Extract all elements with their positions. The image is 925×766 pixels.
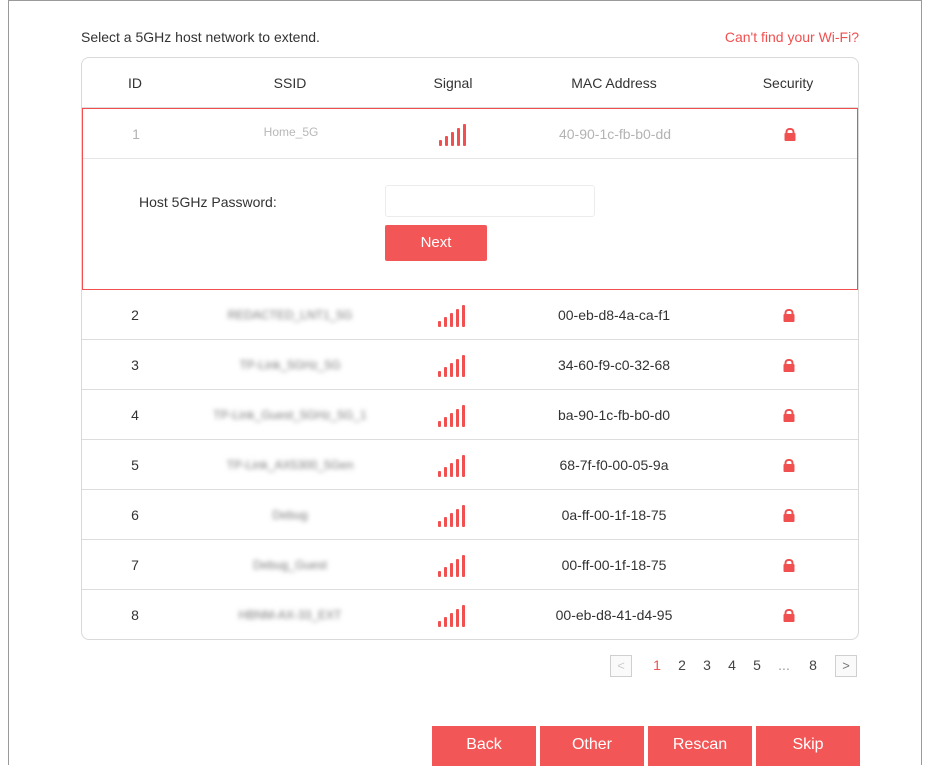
row-mac: ba-90-1c-fb-b0-d0 bbox=[557, 407, 671, 423]
rescan-button[interactable]: Rescan bbox=[648, 726, 752, 766]
lock-icon bbox=[783, 359, 795, 372]
table-header: ID SSID Signal MAC Address Security bbox=[82, 58, 858, 108]
signal-strength-icon bbox=[438, 605, 468, 627]
row-id: 7 bbox=[131, 557, 139, 573]
row-mac: 68-7f-f0-00-05-9a bbox=[559, 457, 669, 473]
page-1-link[interactable]: 1 bbox=[653, 657, 661, 673]
signal-strength-icon bbox=[438, 405, 468, 427]
row-id: 8 bbox=[131, 607, 139, 623]
other-button[interactable]: Other bbox=[540, 726, 644, 766]
row-id: 2 bbox=[131, 307, 139, 323]
signal-strength-icon bbox=[438, 505, 468, 527]
lock-icon bbox=[783, 309, 795, 322]
row-ssid: TP-Link_AX5300_5Gen bbox=[226, 458, 354, 472]
row-mac: 0a-ff-00-1f-18-75 bbox=[561, 507, 667, 523]
row-id: 4 bbox=[131, 407, 139, 423]
row-ssid: Debug_Guest bbox=[252, 558, 328, 572]
next-page-button[interactable]: > bbox=[835, 655, 857, 677]
signal-strength-icon bbox=[438, 305, 468, 327]
lock-icon bbox=[784, 128, 796, 141]
row-ssid: Debug bbox=[272, 508, 308, 522]
skip-button[interactable]: Skip bbox=[756, 726, 860, 766]
row-mac: 34-60-f9-c0-32-68 bbox=[557, 357, 671, 373]
pagination-ellipsis: ... bbox=[778, 657, 790, 673]
signal-strength-icon bbox=[438, 355, 468, 377]
column-header-ssid: SSID bbox=[273, 75, 307, 91]
lock-icon bbox=[783, 459, 795, 472]
row-mac: 40-90-1c-fb-b0-dd bbox=[558, 126, 672, 142]
signal-strength-icon bbox=[438, 555, 468, 577]
table-row[interactable]: 5 TP-Link_AX5300_5Gen 68-7f-f0-00-05-9a bbox=[82, 440, 858, 490]
row-id: 3 bbox=[131, 357, 139, 373]
row-mac: 00-eb-d8-41-d4-95 bbox=[555, 607, 673, 623]
table-row[interactable]: 8 HBNM-AX-33_EXT 00-eb-d8-41-d4-95 bbox=[82, 590, 858, 639]
row-ssid: REDACTED_LNT1_5G bbox=[227, 308, 353, 322]
page-5-link[interactable]: 5 bbox=[753, 657, 761, 673]
row-id: 6 bbox=[131, 507, 139, 523]
column-header-signal: Signal bbox=[433, 75, 473, 91]
column-header-id: ID bbox=[128, 75, 142, 91]
next-button[interactable]: Next bbox=[385, 225, 487, 261]
lock-icon bbox=[783, 409, 795, 422]
page-2-link[interactable]: 2 bbox=[678, 657, 686, 673]
row-ssid: HBNM-AX-33_EXT bbox=[238, 608, 342, 622]
lock-icon bbox=[783, 559, 795, 572]
table-row[interactable]: 6 Debug 0a-ff-00-1f-18-75 bbox=[82, 490, 858, 540]
lock-icon bbox=[783, 609, 795, 622]
row-mac: 00-eb-d8-4a-ca-f1 bbox=[557, 307, 671, 323]
password-input[interactable] bbox=[385, 185, 595, 217]
row-mac: 00-ff-00-1f-18-75 bbox=[561, 557, 667, 573]
page-3-link[interactable]: 3 bbox=[703, 657, 711, 673]
row-ssid: TP-Link_5GHz_5G bbox=[239, 358, 341, 372]
instruction-text: Select a 5GHz host network to extend. bbox=[81, 29, 320, 45]
network-table: ID SSID Signal MAC Address Security 1 Ho… bbox=[81, 57, 859, 640]
table-row[interactable]: 1 Home_5G 40-90-1c-fb-b0-dd bbox=[83, 109, 857, 159]
table-row[interactable]: 7 Debug_Guest 00-ff-00-1f-18-75 bbox=[82, 540, 858, 590]
signal-strength-icon bbox=[438, 455, 468, 477]
row-ssid: Home_5G bbox=[263, 125, 319, 139]
signal-strength-icon bbox=[439, 124, 469, 146]
password-label: Host 5GHz Password: bbox=[139, 194, 277, 210]
page-8-link[interactable]: 8 bbox=[809, 657, 817, 673]
table-row[interactable]: 3 TP-Link_5GHz_5G 34-60-f9-c0-32-68 bbox=[82, 340, 858, 390]
column-header-security: Security bbox=[762, 75, 814, 91]
lock-icon bbox=[783, 509, 795, 522]
cant-find-wifi-link[interactable]: Can't find your Wi-Fi? bbox=[725, 29, 859, 45]
prev-page-button[interactable]: < bbox=[610, 655, 632, 677]
table-row[interactable]: 2 REDACTED_LNT1_5G 00-eb-d8-4a-ca-f1 bbox=[82, 290, 858, 340]
row-ssid: TP-Link_Guest_5GHz_5G_1 bbox=[213, 408, 367, 422]
row-id: 5 bbox=[131, 457, 139, 473]
back-button[interactable]: Back bbox=[432, 726, 536, 766]
row-id: 1 bbox=[132, 126, 140, 142]
column-header-mac: MAC Address bbox=[571, 75, 657, 91]
page-4-link[interactable]: 4 bbox=[728, 657, 736, 673]
table-row[interactable]: 4 TP-Link_Guest_5GHz_5G_1 ba-90-1c-fb-b0… bbox=[82, 390, 858, 440]
